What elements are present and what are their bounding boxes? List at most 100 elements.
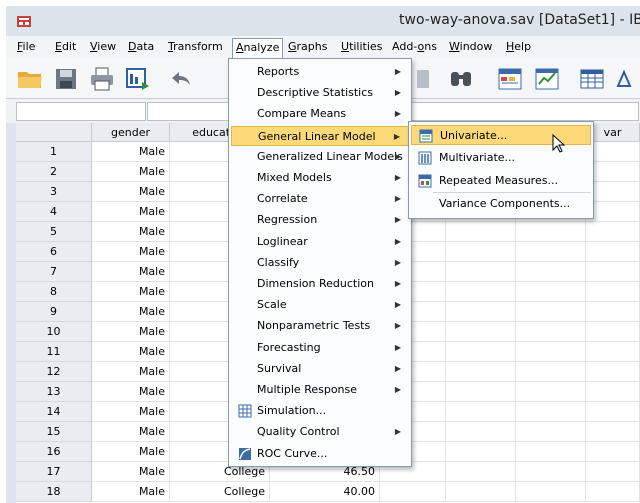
cell-gender[interactable]: Male [92, 382, 170, 402]
menu-add-ons[interactable]: Add-ons [391, 39, 438, 55]
menu-item-descriptive-statistics[interactable]: Descriptive Statistics ▶ [231, 83, 409, 103]
menu-item-roc-curve[interactable]: ROC Curve... [231, 444, 409, 464]
menu-item-dimension-reduction[interactable]: Dimension Reduction ▶ [231, 274, 409, 294]
cell-gender[interactable]: Male [92, 182, 170, 202]
menu-item-correlate[interactable]: Correlate ▶ [231, 189, 409, 209]
row-header[interactable]: 18 [16, 482, 92, 502]
row-header[interactable]: 2 [16, 162, 92, 182]
cell-empty[interactable] [586, 442, 640, 462]
cell-empty[interactable] [516, 242, 586, 262]
menu-item-reports[interactable]: Reports ▶ [231, 62, 409, 82]
cell-empty[interactable] [586, 202, 640, 222]
column-header-var[interactable]: var [586, 123, 640, 142]
cell-empty[interactable] [446, 322, 516, 342]
row-header[interactable]: 5 [16, 222, 92, 242]
cell-empty[interactable] [516, 482, 586, 502]
cell-gender[interactable]: Male [92, 482, 170, 502]
row-header[interactable]: 15 [16, 422, 92, 442]
cell-empty[interactable] [446, 422, 516, 442]
cell-gender[interactable]: Male [92, 262, 170, 282]
menu-analyze[interactable]: Analyze [232, 38, 284, 59]
corner-header[interactable] [16, 123, 92, 142]
cell-empty[interactable] [446, 362, 516, 382]
cell-empty[interactable] [586, 382, 640, 402]
cell-empty[interactable] [446, 462, 516, 482]
menu-item-nonparametric-tests[interactable]: Nonparametric Tests ▶ [231, 316, 409, 336]
row-header[interactable]: 16 [16, 442, 92, 462]
cell-gender[interactable]: Male [92, 362, 170, 382]
recall-dialog-icon[interactable] [124, 66, 152, 92]
cell-empty[interactable] [586, 142, 640, 162]
menu-item-general-linear-model[interactable]: General Linear Model ▶ [231, 125, 409, 146]
menu-item-regression[interactable]: Regression ▶ [231, 210, 409, 230]
print-icon[interactable] [88, 66, 116, 92]
menu-utilities[interactable]: Utilities [340, 39, 383, 55]
cell-empty[interactable] [516, 302, 586, 322]
cell-empty[interactable] [586, 222, 640, 242]
cell-gender[interactable]: Male [92, 242, 170, 262]
row-header[interactable]: 14 [16, 402, 92, 422]
cell-score[interactable]: 40.00 [270, 482, 380, 502]
cell-gender[interactable]: Male [92, 442, 170, 462]
cell-empty[interactable] [516, 322, 586, 342]
cell-empty[interactable] [586, 162, 640, 182]
cell-empty[interactable] [516, 462, 586, 482]
cell-empty[interactable] [446, 342, 516, 362]
insert-cases-icon[interactable] [496, 66, 524, 92]
menu-item-simulation[interactable]: Simulation... [231, 401, 409, 421]
cell-empty[interactable] [516, 382, 586, 402]
row-header[interactable]: 7 [16, 262, 92, 282]
menu-item-survival[interactable]: Survival ▶ [231, 359, 409, 379]
cell-empty[interactable] [516, 342, 586, 362]
weight-cases-icon[interactable] [612, 66, 640, 92]
column-header-gender[interactable]: gender [92, 123, 170, 142]
cell-gender[interactable]: Male [92, 342, 170, 362]
row-header[interactable]: 1 [16, 142, 92, 162]
cell-empty[interactable] [516, 442, 586, 462]
cell-empty[interactable] [446, 382, 516, 402]
cell-empty[interactable] [446, 242, 516, 262]
cell-education[interactable]: College [170, 482, 270, 502]
menu-item-mixed-models[interactable]: Mixed Models ▶ [231, 168, 409, 188]
cell-empty[interactable] [516, 422, 586, 442]
split-file-icon[interactable] [578, 66, 606, 92]
menu-graphs[interactable]: Graphs [287, 39, 328, 55]
cell-empty[interactable] [586, 242, 640, 262]
menu-transform[interactable]: Transform [167, 39, 224, 55]
cell-empty[interactable] [446, 442, 516, 462]
row-header[interactable]: 10 [16, 322, 92, 342]
undo-icon[interactable] [166, 66, 194, 92]
open-folder-icon[interactable] [16, 66, 44, 92]
row-header[interactable]: 4 [16, 202, 92, 222]
row-header[interactable]: 11 [16, 342, 92, 362]
menu-item-classify[interactable]: Classify ▶ [231, 253, 409, 273]
menu-item-compare-means[interactable]: Compare Means ▶ [231, 104, 409, 124]
cell-empty[interactable] [586, 482, 640, 502]
variables-icon[interactable] [409, 66, 437, 92]
cell-empty[interactable] [516, 362, 586, 382]
row-header[interactable]: 13 [16, 382, 92, 402]
menu-item-quality-control[interactable]: Quality Control ▶ [231, 422, 409, 442]
submenu-item-repeated-measures[interactable]: Repeated Measures... [411, 171, 591, 191]
cell-empty[interactable] [586, 282, 640, 302]
menu-window[interactable]: Window [448, 39, 493, 55]
row-header[interactable]: 17 [16, 462, 92, 482]
cell-empty[interactable] [446, 222, 516, 242]
menu-view[interactable]: View [89, 39, 117, 55]
cell-gender[interactable]: Male [92, 222, 170, 242]
menu-item-loglinear[interactable]: Loglinear ▶ [231, 232, 409, 252]
cell-gender[interactable]: Male [92, 302, 170, 322]
cell-empty[interactable] [586, 402, 640, 422]
menu-item-forecasting[interactable]: Forecasting ▶ [231, 338, 409, 358]
cell-empty[interactable] [516, 222, 586, 242]
row-header[interactable]: 8 [16, 282, 92, 302]
cell-empty[interactable] [586, 262, 640, 282]
cell-empty[interactable] [516, 262, 586, 282]
menu-help[interactable]: Help [505, 39, 532, 55]
cell-gender[interactable]: Male [92, 282, 170, 302]
cell-empty[interactable] [446, 282, 516, 302]
cell-empty[interactable] [586, 342, 640, 362]
menu-item-multiple-response[interactable]: Multiple Response ▶ [231, 380, 409, 400]
cell-empty[interactable] [586, 182, 640, 202]
spss-app-icon[interactable] [16, 13, 32, 29]
